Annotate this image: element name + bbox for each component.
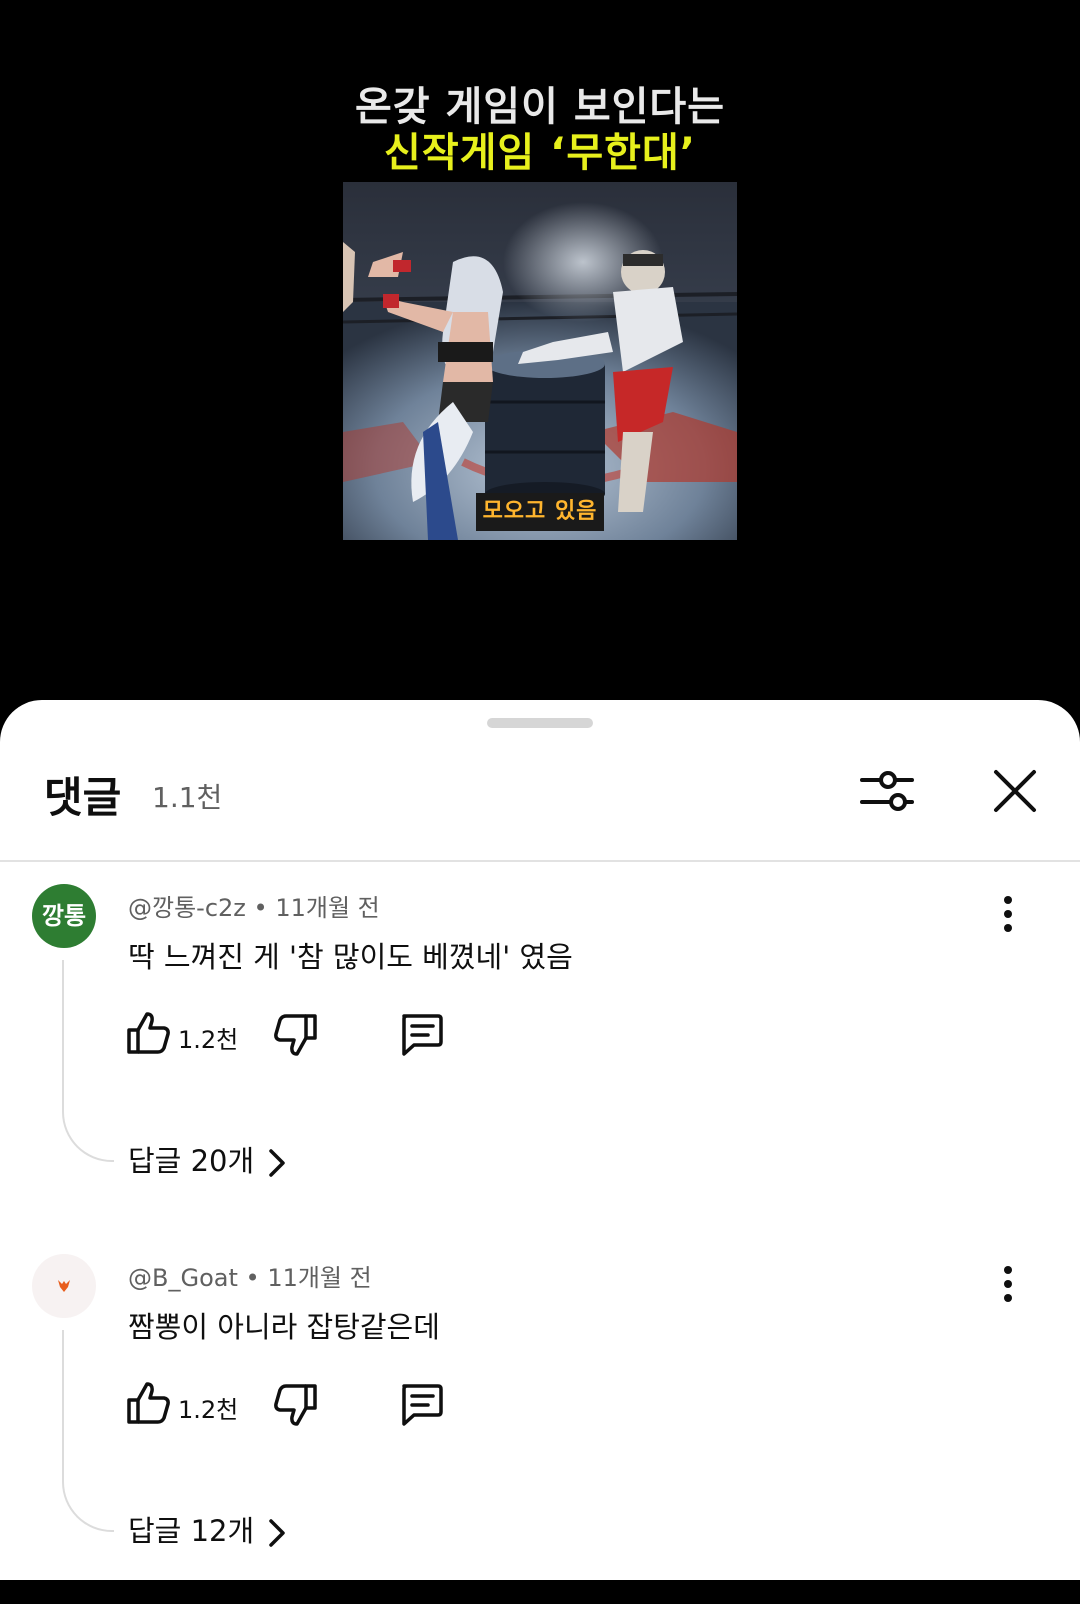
comments-sheet: 댓글 1.1천 깡통 @깡통-c2z • 11개월 전 딱 느껴진 게 '참 많… xyxy=(0,700,1080,1580)
view-replies-link[interactable]: 답글 12개 xyxy=(128,1508,288,1550)
more-options-button[interactable] xyxy=(992,894,1024,934)
comment-item: @B_Goat • 11개월 전 짬뽕이 아니라 잡탕같은데 1.2천 답글 1… xyxy=(0,1234,1080,1604)
chevron-right-icon xyxy=(269,1519,285,1547)
like-button[interactable] xyxy=(126,1010,172,1056)
thumbs-up-icon xyxy=(127,1382,170,1424)
sliders-icon xyxy=(860,771,914,811)
more-vert-icon xyxy=(1004,1266,1012,1302)
video-subtitle: 모오고 있음 xyxy=(476,493,604,531)
video-caption-line2: 신작게임 ‘무한대’ xyxy=(384,130,696,176)
sort-filter-button[interactable] xyxy=(858,762,916,820)
close-icon xyxy=(994,770,1036,812)
avatar[interactable]: 깡통 xyxy=(32,884,96,948)
thumbs-up-icon xyxy=(127,1012,170,1054)
comment-author[interactable]: @B_Goat xyxy=(128,1264,238,1292)
view-replies-link[interactable]: 답글 20개 xyxy=(128,1138,288,1180)
comment-time: 11개월 전 xyxy=(275,894,380,922)
game-scene-image xyxy=(343,182,737,540)
comment-author[interactable]: @깡통-c2z xyxy=(128,894,246,922)
thumbs-down-icon xyxy=(274,1384,317,1426)
drag-handle[interactable] xyxy=(487,718,593,728)
replies-label: 답글 20개 xyxy=(128,1144,255,1178)
comment-text: 딱 느껴진 게 '참 많이도 베꼈네' 였음 xyxy=(128,940,573,974)
comment-icon xyxy=(402,1384,443,1426)
comment-time: 11개월 전 xyxy=(267,1264,372,1292)
comment-text: 짬뽕이 아니라 잡탕같은데 xyxy=(128,1310,440,1344)
video-player[interactable]: 온갖 게임이 보인다는 신작게임 ‘무한대’ 모오고 있음 xyxy=(0,0,1080,700)
thumbs-down-icon xyxy=(274,1014,317,1056)
comment-icon xyxy=(402,1014,443,1056)
more-vert-icon xyxy=(1004,896,1012,932)
comments-count: 1.1천 xyxy=(152,781,223,814)
comment-actions: 1.2천 xyxy=(126,1010,466,1060)
reply-button[interactable] xyxy=(398,1382,444,1428)
thread-line xyxy=(62,960,114,1162)
avatar[interactable] xyxy=(32,1254,96,1318)
like-button[interactable] xyxy=(126,1380,172,1426)
dislike-button[interactable] xyxy=(272,1012,318,1058)
like-count: 1.2천 xyxy=(178,1026,239,1054)
thread-line xyxy=(62,1330,114,1532)
dislike-button[interactable] xyxy=(272,1382,318,1428)
meta-separator: • xyxy=(245,1264,268,1292)
goat-logo-icon xyxy=(58,1280,70,1292)
comments-title: 댓글 xyxy=(44,773,122,822)
chevron-right-icon xyxy=(269,1149,285,1177)
close-button[interactable] xyxy=(988,764,1042,818)
header-divider xyxy=(0,860,1080,862)
video-frame xyxy=(343,182,737,540)
more-options-button[interactable] xyxy=(992,1264,1024,1304)
replies-label: 답글 12개 xyxy=(128,1514,255,1548)
comment-item: 깡통 @깡통-c2z • 11개월 전 딱 느껴진 게 '참 많이도 베꼈네' … xyxy=(0,864,1080,1234)
like-count: 1.2천 xyxy=(178,1396,239,1424)
comment-meta: @B_Goat • 11개월 전 xyxy=(128,1258,372,1293)
meta-separator: • xyxy=(253,894,276,922)
comment-meta: @깡통-c2z • 11개월 전 xyxy=(128,888,380,923)
comment-actions: 1.2천 xyxy=(126,1380,466,1430)
avatar-label: 깡통 xyxy=(41,902,87,930)
reply-button[interactable] xyxy=(398,1012,444,1058)
